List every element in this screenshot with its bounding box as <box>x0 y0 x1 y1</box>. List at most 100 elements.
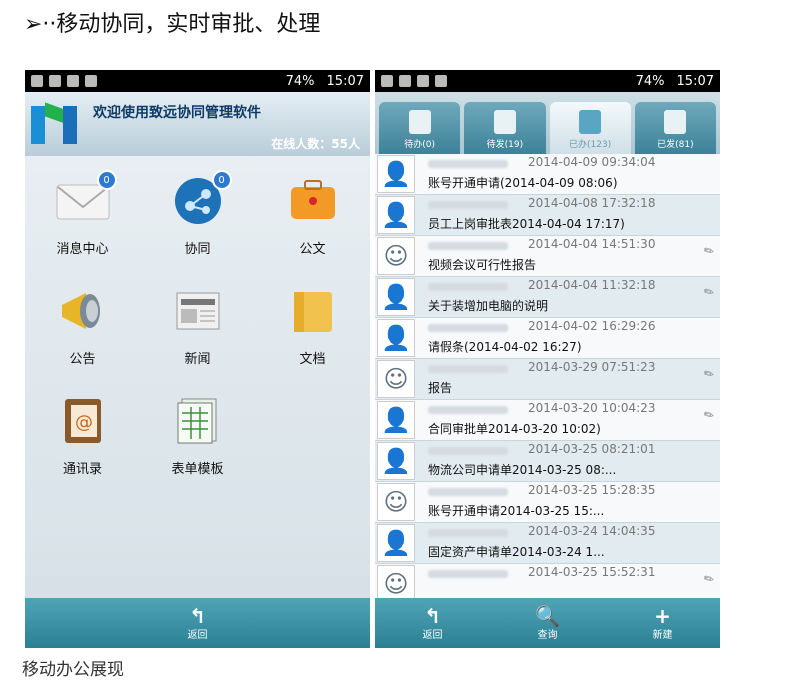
item-title: 合同审批单2014-03-20 10:02) <box>428 422 601 436</box>
tab-done[interactable]: 已办(123) <box>549 102 631 154</box>
person-avatar-icon: 👤 <box>377 319 415 357</box>
envelope-icon: 0 <box>55 170 117 226</box>
bottom-toolbar: ↰ 返回 🔍 查询 + 新建 <box>375 598 720 648</box>
tab-label: 待发(19) <box>486 140 524 150</box>
person-avatar-icon: 👤 <box>377 524 415 562</box>
back-label: 返回 <box>422 629 443 641</box>
status-icons <box>31 75 280 87</box>
menu-form-templates[interactable]: 表单模板 <box>140 376 255 486</box>
battery-level: 74% <box>635 73 665 89</box>
person-avatar-icon: 👤 <box>377 196 415 234</box>
list-item[interactable]: 👤 2014-03-20 10:04:23 合同审批单2014-03-20 10:0… <box>375 400 720 441</box>
item-title: 报告 <box>428 381 453 395</box>
address-book-icon: @ <box>55 396 111 446</box>
search-label: 查询 <box>537 629 558 641</box>
form-template-icon <box>170 396 226 446</box>
list-item[interactable]: 👤 2014-04-04 11:32:18 关于装增加电脑的说明 ✎ <box>375 277 720 318</box>
item-title: 员工上岗审批表2014-04-04 17:17) <box>428 217 625 231</box>
list-item[interactable]: ☺ 2014-03-25 15:52:31 ✎ <box>375 564 720 598</box>
megaphone-icon <box>55 286 111 336</box>
menu-address-book[interactable]: @ 通讯录 <box>25 376 140 486</box>
sender-name-blurred <box>428 365 508 373</box>
item-title: 视频会议可行性报告 <box>428 258 537 272</box>
item-timestamp: 2014-03-25 15:28:35 <box>528 483 656 497</box>
list-item-content: 2014-03-25 15:52:31 <box>418 564 720 598</box>
battery-level: 74% <box>285 73 315 89</box>
welcome-text: 欢迎使用致远协同管理软件 <box>93 105 261 121</box>
clipboard-arrow-icon <box>493 110 516 134</box>
menu-news[interactable]: 新闻 <box>140 266 255 376</box>
search-button[interactable]: 🔍 查询 <box>490 598 605 648</box>
search-icon: 🔍 <box>535 603 560 628</box>
list-item[interactable]: 👤 2014-04-08 17:32:18 员工上岗审批表2014-04-04 17… <box>375 195 720 236</box>
bottom-toolbar: ↰ 返回 <box>25 598 370 648</box>
download-icon <box>399 75 411 87</box>
item-timestamp: 2014-04-04 11:32:18 <box>528 278 656 292</box>
clipboard-clock-icon <box>408 110 431 134</box>
notification-icon <box>381 75 393 87</box>
list-item-content: 2014-04-04 14:51:30 视频会议可行性报告 <box>418 236 720 276</box>
menu-message-center[interactable]: 0 消息中心 <box>25 156 140 266</box>
smiley-avatar-icon: ☺ <box>377 565 415 598</box>
briefcase-icon <box>285 176 341 226</box>
item-title: 关于装增加电脑的说明 <box>428 299 549 313</box>
page-caption: 移动办公展现 <box>22 660 124 680</box>
plus-icon: + <box>654 603 671 628</box>
menu-announcement[interactable]: 公告 <box>25 266 140 376</box>
svg-text:@: @ <box>75 412 93 433</box>
menu-collaboration[interactable]: 0 协同 <box>140 156 255 266</box>
back-button[interactable]: ↰ 返回 <box>25 598 370 648</box>
item-title: 账号开通申请(2014-04-09 08:06) <box>428 176 618 190</box>
menu-official-documents[interactable]: 公文 <box>255 156 370 266</box>
app-logo <box>31 100 79 144</box>
list-item[interactable]: ☺ 2014-03-29 07:51:23 报告 ✎ <box>375 359 720 400</box>
newspaper-icon <box>170 286 226 336</box>
back-icon: ↰ <box>189 603 206 628</box>
smiley-avatar-icon: ☺ <box>377 483 415 521</box>
menu-label: 消息中心 <box>56 242 109 257</box>
person-avatar-icon: 👤 <box>377 442 415 480</box>
tab-label: 已发(81) <box>657 140 694 150</box>
smiley-avatar-icon: ☺ <box>377 360 415 398</box>
tab-to-send[interactable]: 待发(19) <box>464 102 546 154</box>
page-heading: ➢··移动协同，实时审批、处理 <box>24 12 321 37</box>
status-time: 15:07 <box>326 73 364 89</box>
list-item-content: 2014-03-24 14:04:35 固定资产申请单2014-03-24 1..… <box>418 523 720 563</box>
signal-icon <box>85 75 97 87</box>
item-title: 账号开通申请2014-03-25 15:... <box>428 504 605 518</box>
user-photo-avatar: 👤 <box>377 278 415 316</box>
menu-documents[interactable]: 文档 <box>255 266 370 376</box>
list-item[interactable]: 👤 2014-03-24 14:04:35 固定资产申请单2014-03-24 1.… <box>375 523 720 564</box>
new-button[interactable]: + 新建 <box>605 598 720 648</box>
list-item[interactable]: ☺ 2014-03-25 15:28:35 账号开通申请2014-03-25 15:… <box>375 482 720 523</box>
wifi-icon <box>67 75 79 87</box>
tab-pending[interactable]: 待办(0) <box>379 102 461 154</box>
app-header: 欢迎使用致远协同管理软件 在线人数：55人 <box>25 92 370 156</box>
sender-name-blurred <box>428 160 508 168</box>
status-icons <box>381 75 630 87</box>
back-label: 返回 <box>187 629 208 641</box>
status-bar: 74% 15:07 <box>25 70 370 92</box>
message-badge: 0 <box>96 170 117 190</box>
list-item[interactable]: ☺ 2014-04-04 14:51:30 视频会议可行性报告 ✎ <box>375 236 720 277</box>
tab-sent[interactable]: 已发(81) <box>634 102 716 154</box>
item-timestamp: 2014-03-29 07:51:23 <box>528 360 656 374</box>
item-timestamp: 2014-03-24 14:04:35 <box>528 524 656 538</box>
list-item[interactable]: 👤 2014-04-02 16:29:26 请假条(2014-04-02 16:27… <box>375 318 720 359</box>
item-title: 固定资产申请单2014-03-24 1... <box>428 545 605 559</box>
tab-label: 待办(0) <box>404 140 435 150</box>
item-timestamp: 2014-03-25 08:21:01 <box>528 442 656 456</box>
sender-name-blurred <box>428 447 508 455</box>
online-count: 在线人数：55人 <box>271 137 360 151</box>
list-item[interactable]: 👤 2014-03-25 08:21:01 物流公司申请单2014-03-25 08… <box>375 441 720 482</box>
phone-list-screen: 74% 15:07 待办(0) 待发(19) 已办(123) 已发(81) 👤 2… <box>375 70 720 648</box>
item-timestamp: 2014-04-04 14:51:30 <box>528 237 656 251</box>
back-button[interactable]: ↰ 返回 <box>375 598 490 648</box>
list-item-content: 2014-04-08 17:32:18 员工上岗审批表2014-04-04 17:… <box>418 195 720 235</box>
menu-label: 文档 <box>299 352 326 367</box>
wifi-icon <box>417 75 429 87</box>
list-item[interactable]: 👤 2014-04-09 09:34:04 账号开通申请(2014-04-09 08… <box>375 154 720 195</box>
sender-name-blurred <box>428 570 508 578</box>
item-timestamp: 2014-04-08 17:32:18 <box>528 196 656 210</box>
item-timestamp: 2014-03-20 10:04:23 <box>528 401 656 415</box>
